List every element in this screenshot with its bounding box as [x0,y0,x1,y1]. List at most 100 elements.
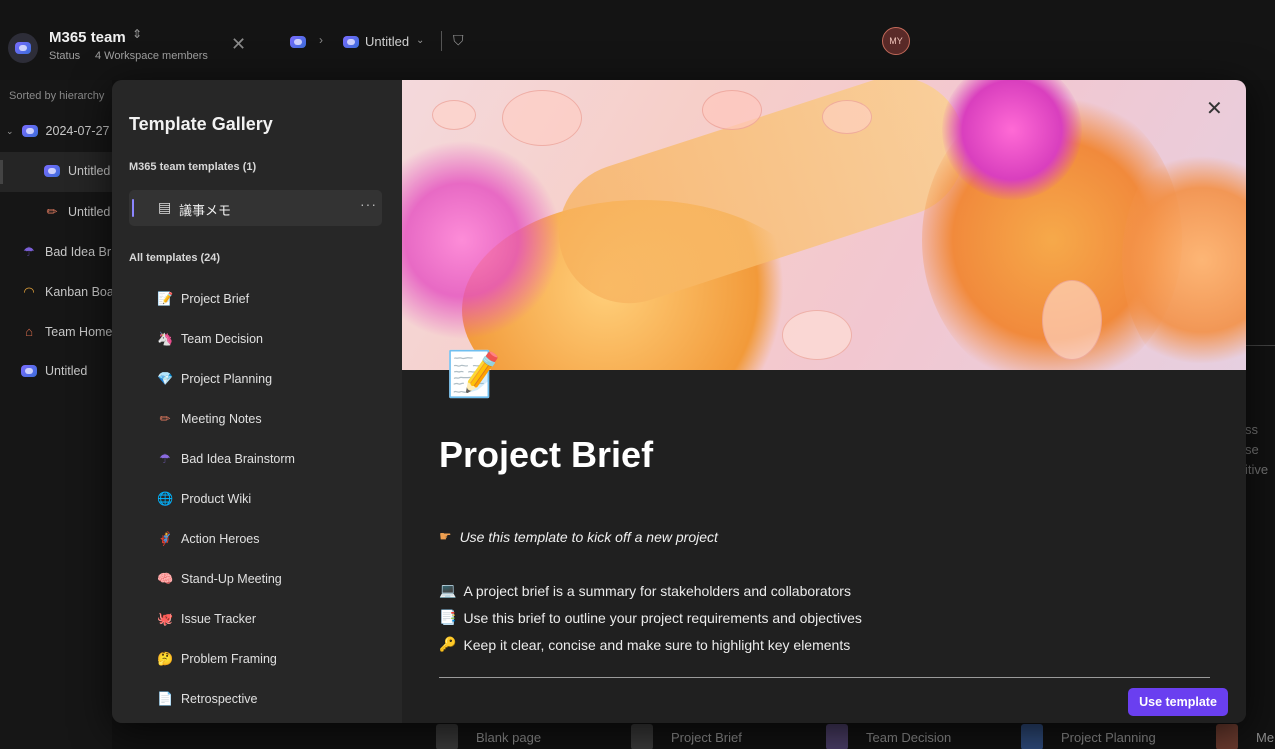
strip-item-blank[interactable]: Blank page [436,724,541,749]
memo-icon: ▤ [158,199,172,215]
page-icon: 📄 [157,691,174,706]
template-item-project-brief[interactable]: 📝 Project Brief [157,288,249,310]
sidebar-item[interactable]: Untitled [21,364,87,378]
selection-indicator [0,160,3,184]
strip-item-project-brief[interactable]: Project Brief [631,724,742,749]
tagline-text: Use this template to kick off a new proj… [459,528,718,545]
template-label: Team Decision [181,332,263,346]
sidebar-item[interactable]: ⌄ 2024-07-27 [6,124,110,138]
sidebar-item-label: Untitled [68,205,111,219]
gallery-title: Template Gallery [129,114,273,134]
sidebar-item[interactable]: Untitled [44,164,110,178]
superhero-icon: 🦸 [157,531,174,546]
more-options-icon[interactable]: ··· [360,196,377,212]
template-item-issue-tracker[interactable]: 🐙 Issue Tracker [157,608,256,630]
workspace-members[interactable]: 4 Workspace members [95,50,208,62]
template-item-bad-idea-brainstorm[interactable]: ☂ Bad Idea Brainstorm [157,448,295,470]
workspace-name[interactable]: M365 team [49,29,126,46]
breadcrumb-page[interactable]: Untitled [365,34,409,49]
cover-image: ✕ [402,80,1246,370]
template-item-action-heroes[interactable]: 🦸 Action Heroes [157,528,260,550]
template-item-product-wiki[interactable]: 🌐 Product Wiki [157,488,251,510]
strip-item-team-decision[interactable]: Team Decision [826,724,951,749]
template-label: Bad Idea Brainstorm [181,452,295,466]
template-label: Product Wiki [181,492,252,506]
template-item-gijimemo[interactable]: ▤ 議事メモ ··· [129,190,382,226]
sidebar-item-label: Untitled [45,364,88,378]
sidebar-item-label: 2024-07-27 [45,124,110,138]
divider [1246,345,1275,346]
sidebar-item[interactable]: ◠ Kanban Boa [21,284,114,300]
template-thumbnail [631,724,653,749]
template-thumbnail [1216,724,1238,749]
pencil-icon: ✏ [159,411,171,426]
strip-label: Project Brief [671,729,742,745]
unicorn-icon: 🦄 [157,331,174,346]
sidebar-item[interactable]: ⌂ Team Home [21,324,112,339]
template-thumbnail [1021,724,1043,749]
chevron-down-icon[interactable]: ⌄ [6,126,14,137]
sidebar-sort-label[interactable]: Sorted by hierarchy [9,90,104,102]
template-label: Retrospective [181,692,258,706]
background-text-line: itive [1245,462,1269,477]
template-label: 議事メモ [179,203,232,218]
sidebar-item[interactable]: ✏ Untitled [44,204,111,220]
all-templates-heading: All templates (24) [129,252,221,264]
strip-item-meeting-notes[interactable]: Me [1216,724,1274,749]
sidebar-item-label: Kanban Boa [45,285,114,299]
sidebar-item[interactable]: ☂ Bad Idea Br [21,244,111,260]
breadcrumb-workspace-icon[interactable] [290,35,306,53]
chevron-down-icon[interactable]: ⌄ [416,35,424,46]
loop-page-icon [21,365,37,377]
preview-title: Project Brief [439,434,654,475]
house-icon: ⌂ [25,324,33,339]
template-thumbnail [436,724,458,749]
background-text-line: ss se [1245,422,1259,457]
template-label: Stand-Up Meeting [181,572,282,586]
strip-item-project-planning[interactable]: Project Planning [1021,724,1156,749]
chevron-right-icon: › [319,33,323,47]
template-gallery-modal: Template Gallery M365 team templates (1)… [112,80,1246,723]
preview-bullet: 💻 A project brief is a summary for stakeh… [439,582,851,599]
bullet-text: Use this brief to outline your project r… [463,609,862,626]
template-label: Meeting Notes [181,412,262,426]
thinking-face-icon: 🤔 [157,651,174,666]
template-label: Issue Tracker [181,612,257,626]
divider [441,31,442,51]
workspace-avatar[interactable] [8,33,38,63]
top-bar: M365 team ⇕ Status 4 Workspace members ✕… [0,0,1275,80]
preview-divider [439,677,1210,678]
close-icon[interactable]: ✕ [231,34,246,55]
memo-pencil-icon: 📝 [446,350,501,399]
preview-tagline: ☛ Use this template to kick off a new pr… [439,528,718,545]
gem-icon: 💎 [157,371,174,386]
loop-page-icon [44,165,60,177]
workspace-switch-icon[interactable]: ⇕ [132,27,142,41]
sidebar-item-label: Untitled [68,164,111,178]
shield-icon[interactable]: ⛉ [453,32,464,49]
user-avatar[interactable]: MY [882,27,910,55]
bullet-text: A project brief is a summary for stakeho… [463,582,851,599]
close-icon[interactable]: ✕ [1206,96,1223,121]
template-label: Project Planning [181,372,273,386]
strip-label: Team Decision [866,729,952,745]
memo-icon: 📑 [439,609,457,625]
umbrella-icon: ☂ [23,244,35,259]
template-thumbnail [826,724,848,749]
template-item-meeting-notes[interactable]: ✏ Meeting Notes [157,408,262,430]
template-item-retrospective[interactable]: 📄 Retrospective [157,688,257,710]
strip-label: Project Planning [1061,729,1156,745]
template-label: Project Brief [181,292,250,306]
brain-icon: 🧠 [157,571,174,586]
template-item-team-decision[interactable]: 🦄 Team Decision [157,328,263,350]
template-item-stand-up-meeting[interactable]: 🧠 Stand-Up Meeting [157,568,282,590]
use-template-button[interactable]: Use template [1128,688,1228,716]
preview-bullet: 🔑 Keep it clear, concise and make sure to… [439,636,850,653]
template-preview: ✕ 📝 Project Brief ☛ Use this template to… [402,80,1246,723]
template-item-project-planning[interactable]: 💎 Project Planning [157,368,272,390]
template-list-panel: Template Gallery M365 team templates (1)… [112,80,402,723]
globe-icon: 🌐 [157,491,174,506]
template-item-problem-framing[interactable]: 🤔 Problem Framing [157,648,277,670]
pointing-hand-icon: ☛ [439,528,452,544]
workspace-status[interactable]: Status [49,50,80,62]
